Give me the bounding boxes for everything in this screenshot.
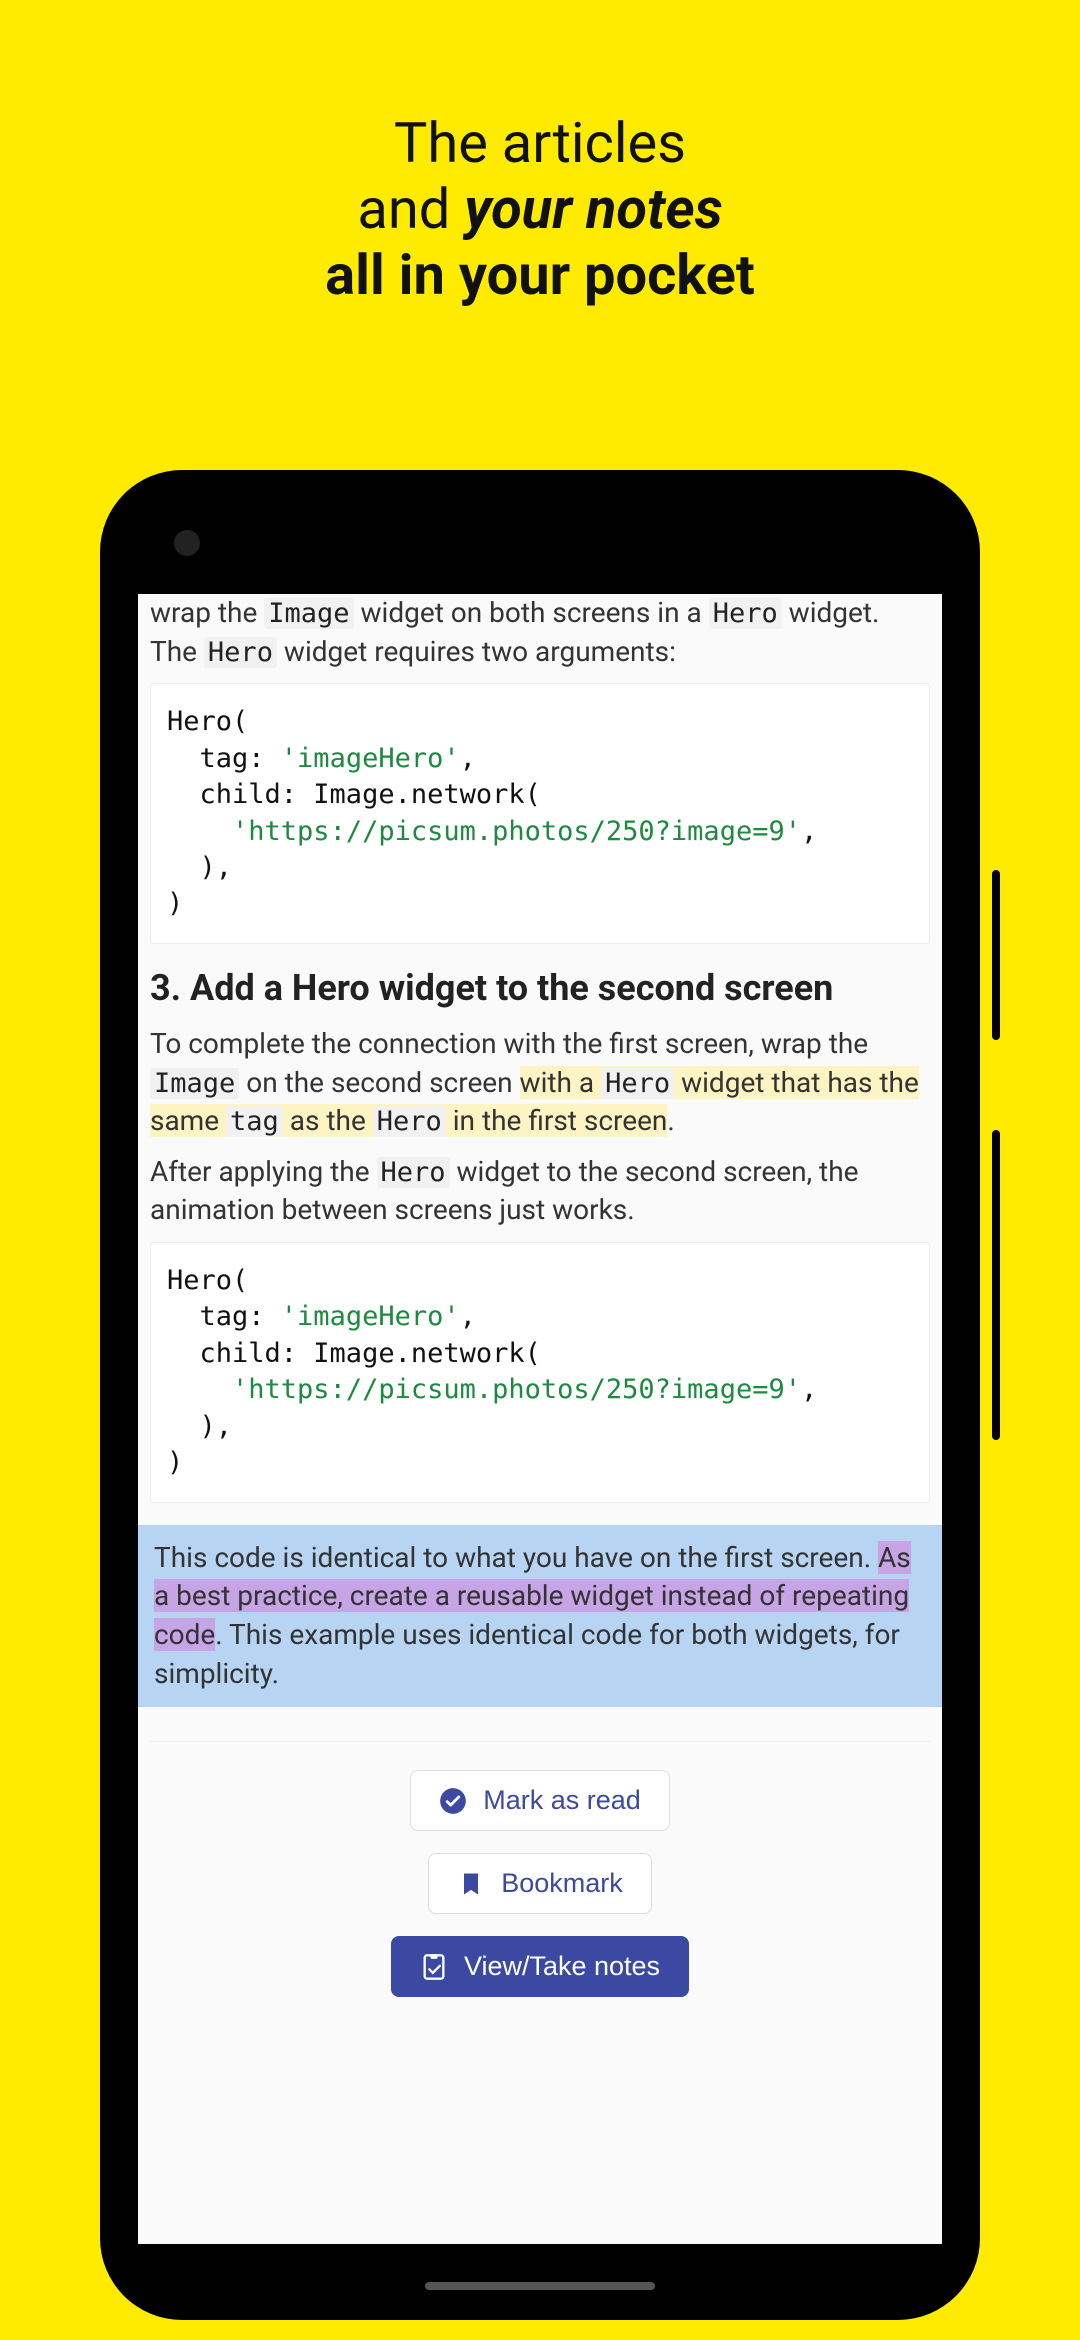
phone-side-button [992, 870, 1000, 1040]
code-inline: Hero [377, 1157, 450, 1188]
action-bar: Mark as read Bookmark View/Take notes [150, 1741, 930, 1997]
button-label: View/Take notes [464, 1951, 660, 1982]
code-inline: Hero [373, 1106, 446, 1137]
button-label: Bookmark [501, 1868, 623, 1899]
code-inline: Hero [204, 637, 277, 668]
home-indicator [425, 2282, 655, 2290]
article-paragraph: After applying the Hero widget to the se… [150, 1153, 930, 1230]
code-inline: Hero [601, 1068, 674, 1099]
phone-camera [174, 530, 200, 556]
button-label: Mark as read [483, 1785, 641, 1816]
promo-line-2: and your notes [0, 176, 1080, 242]
article-content: wrap the Image widget on both screens in… [138, 594, 942, 1997]
article-paragraph: To complete the connection with the firs… [150, 1025, 930, 1141]
code-inline: tag [226, 1106, 283, 1137]
bookmark-button[interactable]: Bookmark [428, 1853, 652, 1914]
code-block: Hero( tag: 'imageHero', child: Image.net… [150, 1242, 930, 1503]
code-inline: Image [264, 598, 353, 629]
promo-header: The articles and your notes all in your … [0, 0, 1080, 308]
promo-line-1: The articles [0, 110, 1080, 176]
info-box: This code is identical to what you have … [138, 1525, 942, 1708]
phone-side-button [992, 1130, 1000, 1440]
promo-line-3: all in your pocket [0, 242, 1080, 308]
view-take-notes-button[interactable]: View/Take notes [391, 1936, 689, 1997]
bookmark-icon [457, 1870, 485, 1898]
mark-as-read-button[interactable]: Mark as read [410, 1770, 670, 1831]
app-screen: wrap the Image widget on both screens in… [138, 594, 942, 2244]
section-heading: 3. Add a Hero widget to the second scree… [150, 966, 930, 1011]
article-paragraph: wrap the Image widget on both screens in… [150, 594, 930, 671]
notes-icon [420, 1953, 448, 1981]
phone-frame: wrap the Image widget on both screens in… [100, 470, 980, 2320]
code-inline: Image [150, 1068, 239, 1099]
code-inline: Hero [709, 598, 782, 629]
code-block: Hero( tag: 'imageHero', child: Image.net… [150, 683, 930, 944]
check-circle-icon [439, 1787, 467, 1815]
